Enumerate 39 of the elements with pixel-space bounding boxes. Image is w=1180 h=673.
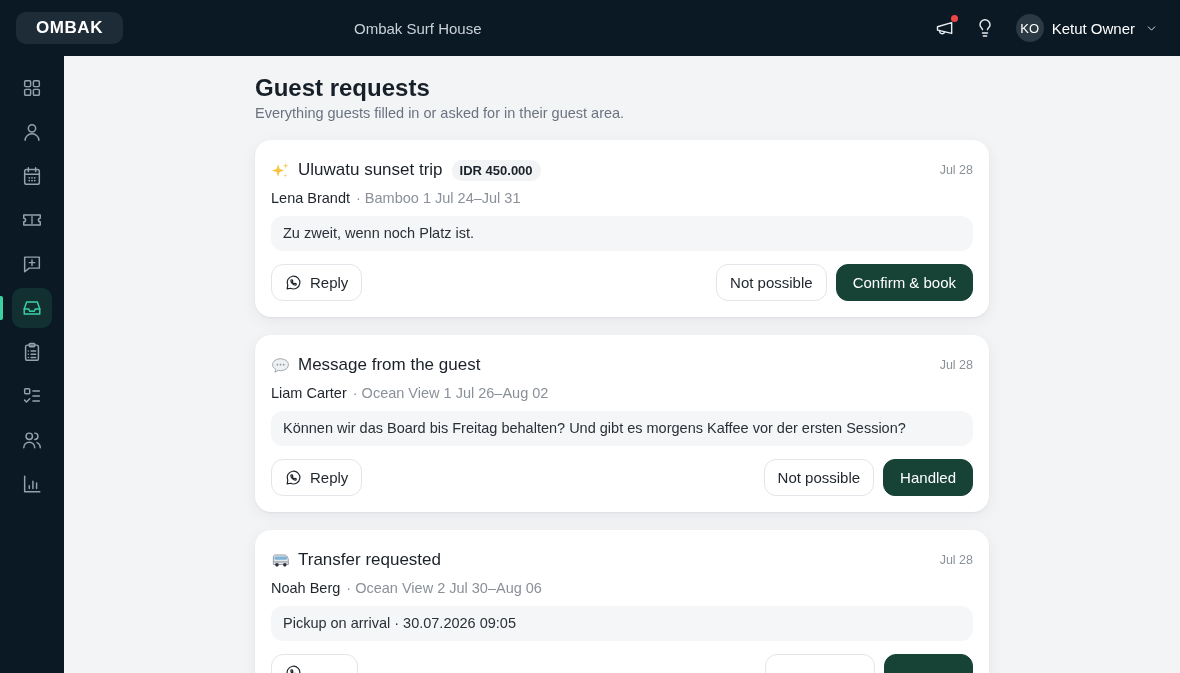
guest-message: Zu zweit, wenn noch Platz ist. [271,216,973,251]
avatar[interactable]: KO [1015,14,1044,42]
stay-details: · Ocean View 2 Jul 30–Aug 06 [346,580,542,596]
guest-name: Lena Brandt [271,190,350,206]
decline-button[interactable]: Not possible [763,459,875,496]
guest-name: Liam Carter [271,385,347,401]
stay-details: · Bamboo 1 Jul 24–Jul 31 [356,190,521,206]
people-icon [21,429,43,451]
page-subtitle: Everything guests filled in or asked for in their guest area. [255,105,625,121]
confirm-button[interactable]: Confirm & book [835,264,973,301]
calendar-icon [21,165,43,187]
price-badge: IDR 450.000 [451,159,541,181]
reply-button[interactable]: Reply [271,264,363,301]
request-title: Message from the guest [298,355,481,375]
chat-phone-icon [285,274,302,291]
stay-details: · Ocean View 1 Jul 26–Aug 02 [352,385,549,401]
resolve-button[interactable]: Handled [883,459,973,496]
decline-button[interactable]: Not possible [716,264,827,301]
guest-message: Können wir das Board bis Freitag behalten? Und gibt es morgens Kaffee vor der ersten Session? [271,411,973,446]
active-indicator [0,296,3,320]
nav-item[interactable] [12,288,52,328]
person-icon [21,121,43,143]
bar-chart-icon [21,473,43,495]
request-date: Jul 28 [939,553,973,567]
request-title: Uluwatu sunset trip [298,160,443,180]
guest-message: Pickup on arrival · 30.07.2026 09:05 [271,606,973,641]
reply-button[interactable]: Reply [271,459,363,496]
request-title: Transfer requested [298,550,441,570]
grid-icon [21,77,43,99]
logo: OMBAK [16,12,123,44]
speech-bubble-icon [271,355,290,375]
request-date: Jul 28 [939,358,973,372]
property-name: Ombak Surf House [354,19,482,37]
chat-phone-icon [285,469,302,486]
user-name[interactable]: Ketut Owner [1051,19,1135,37]
guest-name: Noah Berg [271,580,341,596]
request-date: Jul 28 [939,163,973,177]
page-title: Guest requests [255,73,430,103]
message-plus-icon [21,253,43,275]
